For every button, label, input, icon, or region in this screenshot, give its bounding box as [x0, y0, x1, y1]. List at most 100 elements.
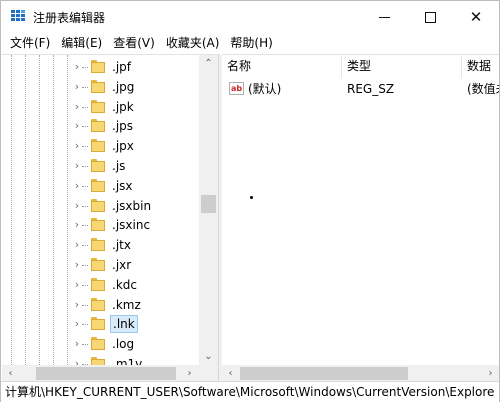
maximize-icon	[424, 11, 436, 23]
minimize-button[interactable]	[361, 1, 407, 33]
folder-icon	[91, 317, 105, 331]
chevron-right-icon[interactable]: ›	[72, 258, 82, 272]
folder-icon	[91, 79, 105, 93]
chevron-right-icon[interactable]: ›	[72, 317, 82, 331]
column-header-type[interactable]: 类型	[342, 56, 462, 78]
tree-item[interactable]: › .jsx	[2, 176, 199, 196]
menu-favorites[interactable]: 收藏夹(A)	[161, 34, 225, 52]
scrollbar-thumb[interactable]	[36, 367, 176, 380]
tree-item[interactable]: › .jpx	[2, 136, 199, 156]
tree-item-label: .jps	[112, 119, 134, 134]
tree-connector	[82, 284, 88, 286]
tree-item-label: .jtx	[112, 238, 131, 253]
tree-item[interactable]: › .jpg	[2, 77, 199, 97]
tree-horizontal-scrollbar[interactable]: ‹ ›	[2, 365, 218, 381]
tree-connector	[82, 166, 88, 167]
tree-connector	[82, 185, 88, 187]
tree-connector	[82, 205, 88, 207]
tree-item[interactable]: › .jpf	[2, 57, 199, 77]
chevron-right-icon[interactable]: ›	[72, 218, 82, 232]
folder-icon	[91, 277, 105, 291]
tree-item[interactable]: › .jsxbin	[2, 196, 199, 216]
value-type: REG_SZ	[347, 82, 395, 96]
column-header-data[interactable]: 数据	[462, 56, 499, 78]
menu-file[interactable]: 文件(F)	[5, 34, 55, 52]
scrollbar-thumb[interactable]	[201, 195, 216, 213]
tree-item-label: .jsx	[112, 178, 133, 193]
chevron-right-icon[interactable]: ›	[72, 238, 82, 252]
tree-item[interactable]: › .jxr	[2, 255, 199, 275]
column-header-name[interactable]: 名称	[222, 56, 342, 78]
tree-item[interactable]: › .jps	[2, 116, 199, 136]
folder-icon	[91, 178, 105, 192]
tree-item[interactable]: › .js	[2, 156, 199, 176]
tree-vertical-scrollbar[interactable]: ⌃ ⌄	[199, 55, 218, 365]
chevron-right-icon[interactable]: ›	[72, 100, 82, 114]
tree-connector	[82, 304, 88, 306]
minimize-icon	[378, 16, 390, 18]
tree-item[interactable]: › .lnk	[2, 314, 199, 334]
tree-item-label: .jxr	[112, 258, 132, 272]
tree-connector	[82, 245, 88, 247]
chevron-right-icon[interactable]: ›	[72, 80, 82, 94]
values-horizontal-scrollbar[interactable]: ‹ ›	[222, 365, 499, 381]
menu-bar: 文件(F) 编辑(E) 查看(V) 收藏夹(A) 帮助(H)	[1, 33, 499, 53]
chevron-right-icon[interactable]: ›	[72, 60, 82, 74]
tree-item[interactable]: › .jpk	[2, 97, 199, 117]
scroll-right-icon[interactable]: ›	[181, 365, 198, 381]
tree-connector	[82, 146, 88, 148]
scroll-left-icon[interactable]: ‹	[222, 365, 239, 381]
window-title: 注册表编辑器	[33, 11, 106, 25]
tree-item-label: .lnk	[110, 315, 138, 334]
tree-item[interactable]: › .jtx	[2, 235, 199, 255]
status-bar-path: 计算机\HKEY_CURRENT_USER\Software\Microsoft…	[1, 381, 499, 402]
close-icon: ✕	[469, 8, 483, 26]
chevron-right-icon[interactable]: ›	[72, 337, 82, 351]
value-name[interactable]: (默认)	[248, 80, 281, 100]
string-value-icon: ab	[229, 82, 244, 95]
folder-icon	[91, 139, 105, 153]
folder-icon	[91, 218, 105, 232]
tree-connector	[82, 126, 88, 128]
cursor-dot	[250, 196, 253, 199]
chevron-right-icon[interactable]: ›	[72, 199, 82, 213]
tree-item-label: .js	[112, 159, 126, 173]
tree-item-label: .kdc	[112, 277, 137, 292]
tree-item[interactable]: › .kdc	[2, 275, 199, 295]
tree-item-label: .jpk	[112, 99, 134, 114]
title-bar[interactable]: 注册表编辑器 ✕	[1, 1, 499, 33]
scrollbar-thumb[interactable]	[240, 367, 408, 380]
key-tree-pane[interactable]: › .jpf › .jpg › .jpk › .jps › .jpx › .js › .jsx › .jsxb…	[2, 54, 219, 381]
chevron-right-icon[interactable]: ›	[72, 298, 82, 312]
folder-icon	[91, 238, 105, 252]
tree-connector	[82, 106, 88, 108]
maximize-button[interactable]	[407, 1, 453, 33]
menu-edit[interactable]: 编辑(E)	[56, 34, 107, 52]
scroll-left-icon[interactable]: ‹	[2, 365, 19, 381]
tree-connector	[82, 225, 88, 227]
tree-item-label: .jsxinc	[112, 218, 151, 233]
tree-item[interactable]: › .log	[2, 334, 199, 354]
chevron-right-icon[interactable]: ›	[72, 278, 82, 292]
menu-help[interactable]: 帮助(H)	[225, 34, 277, 52]
tree-item-label: .jpg	[112, 79, 135, 94]
folder-icon	[91, 297, 105, 311]
tree-item-label: .jsxbin	[112, 198, 152, 213]
tree-item[interactable]: › .kmz	[2, 295, 199, 315]
tree-item[interactable]: › .jsxinc	[2, 215, 199, 235]
chevron-right-icon[interactable]: ›	[72, 119, 82, 133]
folder-icon	[91, 258, 105, 271]
scroll-down-icon[interactable]: ⌄	[199, 348, 218, 365]
chevron-right-icon[interactable]: ›	[72, 179, 82, 193]
close-button[interactable]: ✕	[453, 1, 499, 33]
tree-connector	[82, 67, 88, 68]
value-list-pane[interactable]: 名称 类型 数据 ab (默认) REG_SZ (数值未 ‹ ›	[222, 54, 499, 381]
folder-icon	[91, 159, 105, 172]
chevron-right-icon[interactable]: ›	[72, 159, 82, 173]
registry-editor-window: 注册表编辑器 ✕ 文件(F) 编辑(E) 查看(V) 收藏夹(A) 帮助(H) …	[0, 0, 500, 402]
menu-view[interactable]: 查看(V)	[108, 34, 160, 52]
scroll-up-icon[interactable]: ⌃	[199, 55, 218, 72]
tree-item-label: .log	[112, 337, 135, 352]
scroll-right-icon[interactable]: ›	[482, 365, 499, 381]
chevron-right-icon[interactable]: ›	[72, 139, 82, 153]
